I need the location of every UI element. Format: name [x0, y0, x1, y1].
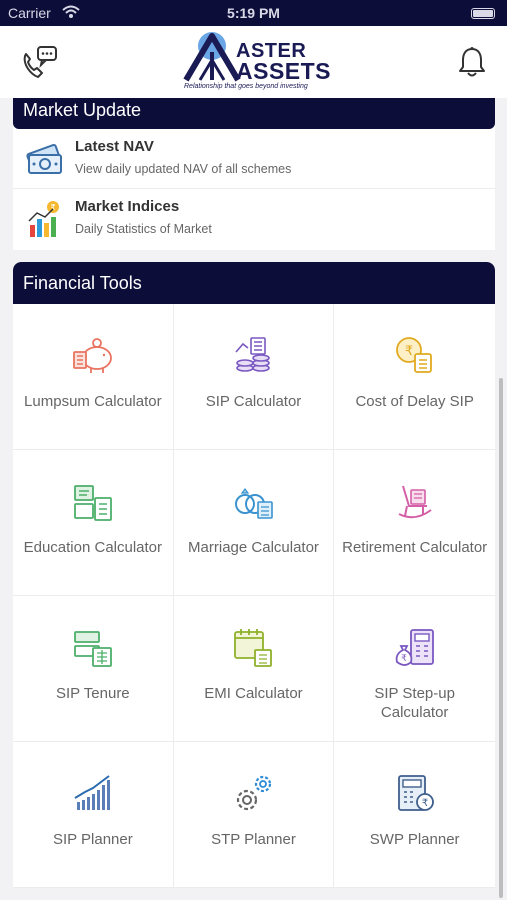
tool-label: EMI Calculator — [204, 685, 303, 702]
piggy-bank-icon — [72, 338, 112, 373]
bar-chart-rupee-icon: ₹ — [28, 201, 59, 237]
gears-icon — [237, 775, 272, 811]
latest-nav-subtitle: View daily updated NAV of all schemes — [75, 162, 292, 176]
phone-chat-icon[interactable] — [20, 44, 60, 80]
status-bar: Carrier 5:19 PM — [0, 0, 507, 26]
money-bag-calculator-icon: ₹ — [395, 629, 434, 666]
rings-icon — [235, 488, 274, 519]
tool-label: Education Calculator — [23, 539, 163, 556]
tool-cost-of-delay-sip[interactable]: ₹ Cost of Delay SIP — [334, 304, 495, 450]
brand-name-line2: ASSETS — [236, 58, 332, 84]
svg-text:₹: ₹ — [401, 654, 407, 664]
status-time: 5:19 PM — [227, 5, 280, 21]
market-indices-title: Market Indices — [75, 198, 180, 215]
tool-marriage-calculator[interactable]: Marriage Calculator — [173, 450, 335, 596]
tool-label: SIP Step-up Calculator — [374, 685, 455, 721]
financial-tools-grid: Lumpsum Calculator SIP Calculator ₹ Cost… — [13, 304, 495, 888]
tool-emi-calculator[interactable]: EMI Calculator — [173, 596, 335, 742]
tool-label: SIP Planner — [52, 831, 133, 848]
scrollbar[interactable] — [499, 378, 503, 898]
tool-education-calculator[interactable]: Education Calculator — [13, 450, 174, 596]
brand-logo: ASTER ASSETS Relationship that goes beyo… — [180, 28, 332, 96]
financial-tools-card: Financial Tools Lumpsum Calculator SIP C… — [13, 262, 495, 888]
financial-tools-title: Financial Tools — [13, 262, 495, 304]
rocking-chair-icon — [398, 485, 432, 519]
market-update-title: Market Update — [13, 98, 495, 129]
tool-stp-planner[interactable]: STP Planner — [173, 742, 335, 888]
calendar-calculator-icon — [234, 629, 273, 667]
tool-sip-planner[interactable]: SIP Planner — [13, 742, 174, 888]
coins-icon — [235, 337, 271, 372]
svg-text:₹: ₹ — [421, 798, 427, 809]
market-indices-subtitle: Daily Statistics of Market — [75, 222, 212, 236]
bell-icon[interactable] — [457, 46, 487, 78]
tool-sip-tenure[interactable]: SIP Tenure — [13, 596, 174, 742]
tool-swp-planner[interactable]: ₹ SWP Planner — [334, 742, 495, 888]
tool-label: Retirement Calculator — [342, 539, 488, 556]
market-item-market-indices[interactable]: ₹ Market Indices Daily Statistics of Mar… — [13, 189, 495, 249]
tool-label: STP Planner — [211, 831, 296, 848]
tool-label: Lumpsum Calculator — [24, 393, 162, 410]
brand-tagline: Relationship that goes beyond investing — [184, 83, 308, 90]
tool-label: Marriage Calculator — [188, 539, 319, 556]
tenure-calculator-icon — [73, 631, 112, 667]
tool-lumpsum-calculator[interactable]: Lumpsum Calculator — [13, 304, 174, 450]
tool-sip-calculator[interactable]: SIP Calculator — [173, 304, 335, 450]
market-item-latest-nav[interactable]: Latest NAV View daily updated NAV of all… — [13, 129, 495, 189]
battery-icon — [471, 8, 495, 19]
growth-chart-icon — [74, 775, 110, 810]
rupee-clock-icon: ₹ — [395, 337, 432, 373]
aster-logo-icon — [183, 32, 241, 82]
tool-label: Cost of Delay SIP — [355, 393, 474, 410]
svg-text:₹: ₹ — [405, 344, 413, 359]
latest-nav-title: Latest NAV — [75, 138, 154, 155]
tool-label: SWP Planner — [369, 831, 460, 848]
tool-retirement-calculator[interactable]: Retirement Calculator — [334, 450, 495, 596]
calculator-rupee-icon: ₹ — [397, 775, 434, 811]
money-icon — [26, 143, 62, 174]
tool-sip-step-up-calculator[interactable]: ₹ SIP Step-up Calculator — [334, 596, 495, 742]
tool-label: SIP Calculator — [205, 393, 302, 410]
education-calculator-icon — [73, 485, 112, 521]
app-header: ASTER ASSETS Relationship that goes beyo… — [0, 26, 507, 98]
tool-label: SIP Tenure — [55, 685, 130, 702]
market-update-card: Market Update Latest NAV View daily upda… — [13, 98, 495, 250]
